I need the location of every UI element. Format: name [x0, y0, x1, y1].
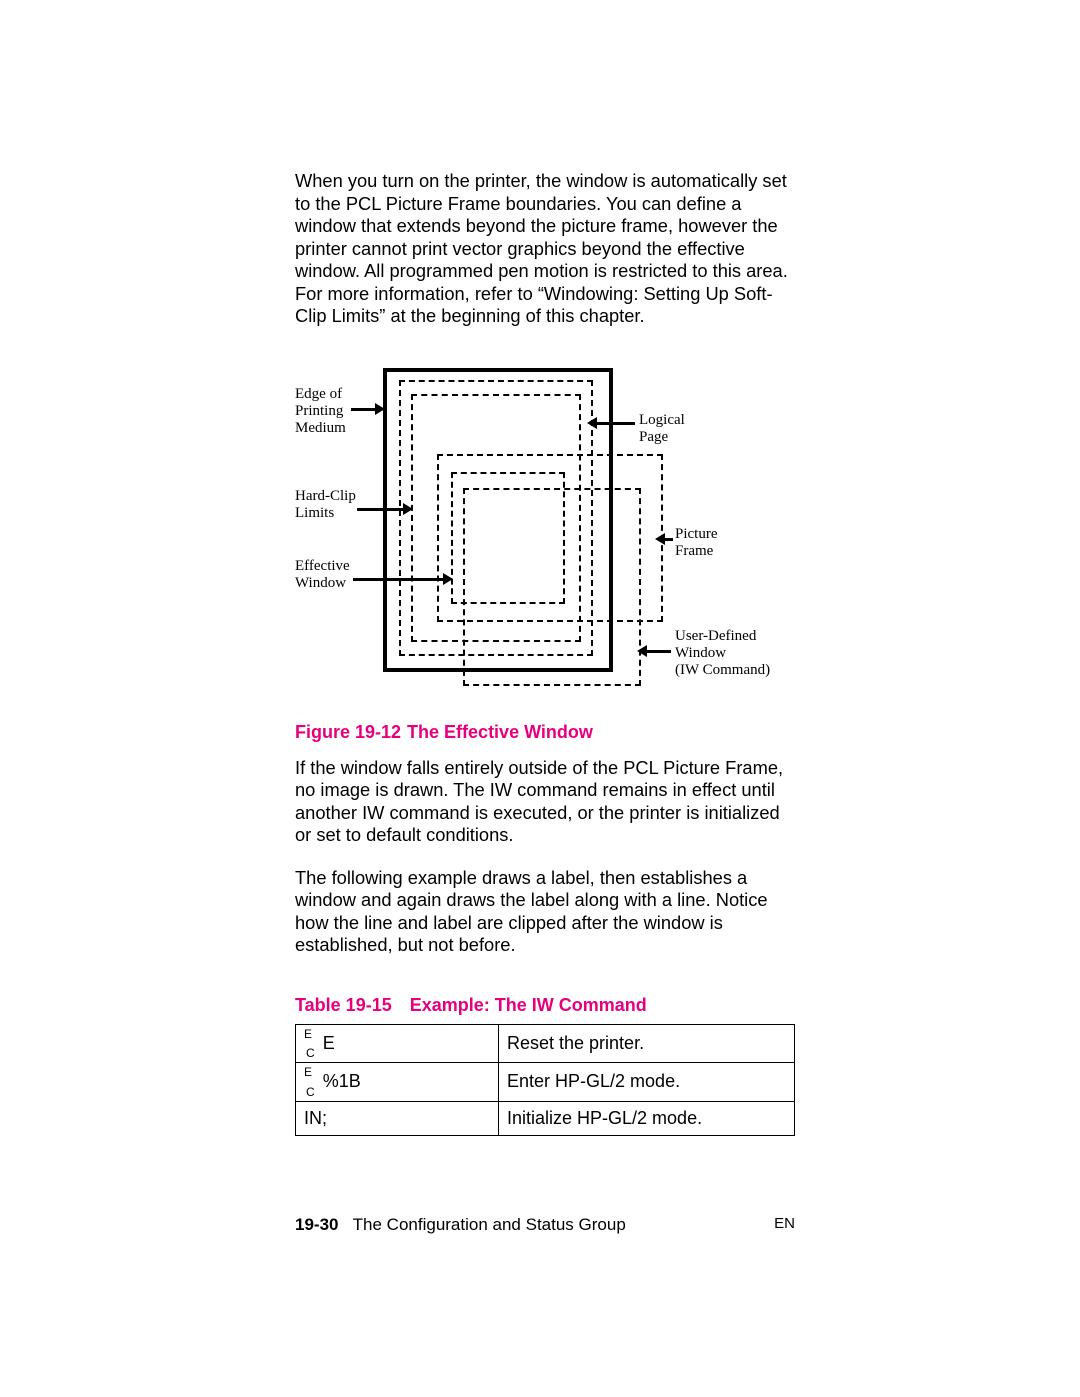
paragraph-3: The following example draws a label, the… [295, 867, 795, 957]
label-user-defined-window: User-DefinedWindow(IW Command) [675, 628, 770, 680]
arrow-head-icon [655, 533, 665, 545]
arrow-shaft [645, 650, 671, 653]
table-row: EC%1B Enter HP-GL/2 mode. [296, 1063, 795, 1102]
table-row: ECE Reset the printer. [296, 1024, 795, 1063]
arrow-shaft [357, 508, 405, 511]
cell-command: EC%1B [296, 1063, 499, 1102]
figure-number: Figure 19-12 [295, 722, 401, 742]
label-picture-frame: PictureFrame [675, 526, 718, 561]
label-effective-window: EffectiveWindow [295, 558, 350, 593]
page-footer: 19-30 The Configuration and Status Group… [295, 1215, 795, 1235]
label-edge-of-printing-medium: Edge ofPrintingMedium [295, 386, 346, 438]
figure-title: The Effective Window [407, 722, 593, 742]
cell-command: ECE [296, 1024, 499, 1063]
arrow-shaft [353, 578, 445, 581]
paragraph-2: If the window falls entirely outside of … [295, 757, 795, 847]
language-code: EN [774, 1215, 795, 1232]
arrow-head-icon [443, 573, 453, 585]
section-title: The Configuration and Status Group [353, 1215, 626, 1234]
cell-description: Reset the printer. [499, 1024, 795, 1063]
page-content: When you turn on the printer, the window… [295, 170, 795, 1136]
table-row: IN; Initialize HP-GL/2 mode. [296, 1101, 795, 1135]
effective-window-box [451, 472, 565, 604]
arrow-head-icon [403, 503, 413, 515]
label-hard-clip-limits: Hard-ClipLimits [295, 488, 356, 523]
arrow-head-icon [587, 417, 597, 429]
arrow-shaft [351, 408, 377, 411]
cell-command: IN; [296, 1101, 499, 1135]
arrow-shaft [595, 422, 635, 425]
arrow-head-icon [375, 403, 385, 415]
label-logical-page: LogicalPage [639, 412, 685, 447]
page-number: 19-30 [295, 1215, 338, 1234]
figure-effective-window: Edge ofPrintingMedium Hard-ClipLimits Ef… [295, 368, 795, 708]
command-table: ECE Reset the printer. EC%1B Enter HP-GL… [295, 1024, 795, 1136]
cell-description: Initialize HP-GL/2 mode. [499, 1101, 795, 1135]
paragraph-1: When you turn on the printer, the window… [295, 170, 795, 328]
figure-caption: Figure 19-12 The Effective Window [295, 722, 795, 743]
table-title: Table 19-15 Example: The IW Command [295, 995, 795, 1016]
arrow-head-icon [637, 645, 647, 657]
cell-description: Enter HP-GL/2 mode. [499, 1063, 795, 1102]
